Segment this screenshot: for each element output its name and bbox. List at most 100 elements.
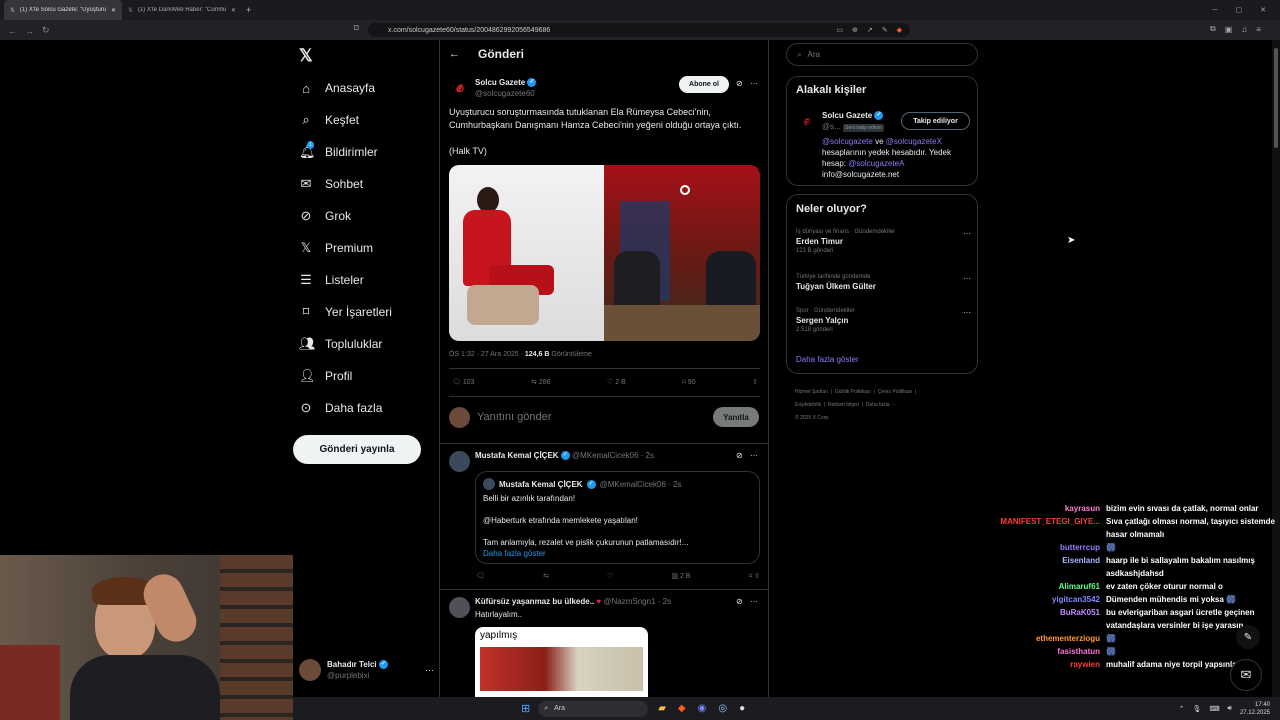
like-action[interactable]: ♡ 2 B <box>607 378 626 386</box>
close-icon[interactable]: ✕ <box>231 7 236 14</box>
reply-action[interactable]: 🗨︎ 103 <box>452 378 475 386</box>
extension-icon[interactable]: ⧉ <box>1210 24 1216 34</box>
more-icon[interactable]: ··· <box>963 308 971 317</box>
forward-icon[interactable]: → <box>25 26 34 36</box>
tray-chevron-icon[interactable]: ⌃ <box>1179 705 1185 713</box>
translate-icon[interactable]: ✎ <box>882 26 888 34</box>
compose-fab[interactable]: ✎ <box>1236 625 1260 649</box>
show-more-link[interactable]: Daha fazla göster <box>483 548 752 559</box>
author-avatar[interactable]: ✊︎ <box>449 76 471 98</box>
chat-message: yigitcan3542 Dümenden mühendis mi yoksa 🎆 <box>1051 595 1236 604</box>
following-button[interactable]: Takip ediliyor <box>901 112 970 130</box>
more-icon[interactable]: ··· <box>963 229 971 238</box>
mic-icon[interactable]: 🎙︎ <box>1193 705 1202 713</box>
new-tab-icon[interactable]: + <box>246 5 251 15</box>
quoted-post[interactable]: Mustafa Kemal ÇİÇEK ✓ @MKemalCicek06 · 2… <box>475 471 760 564</box>
media-image-right <box>604 165 760 341</box>
obs-icon[interactable]: ● <box>739 703 745 714</box>
post-button[interactable]: Gönderi yayınla <box>293 435 421 464</box>
folder-icon[interactable]: ▰ <box>658 703 666 714</box>
network-icon[interactable]: ⌨ <box>1209 705 1219 713</box>
minimize-icon[interactable]: ─ <box>1213 7 1218 14</box>
person-bio: @solcugazete ve @solcugazeteX hesapların… <box>822 137 951 179</box>
reply-avatar[interactable] <box>449 451 470 472</box>
window-close-icon[interactable]: ✕ <box>1260 6 1266 14</box>
sidebar-item-profile[interactable]: 👤︎ Profil <box>299 364 352 388</box>
back-arrow-icon[interactable]: ← <box>449 48 460 60</box>
sidebar-item-grok[interactable]: ⊘ Grok <box>299 204 351 228</box>
taskbar-search[interactable]: ⌕ Ara <box>538 700 649 717</box>
sidebar-item-bookmarks[interactable]: ⌑ Yer İşaretleri <box>299 300 392 324</box>
grok-icon[interactable]: ⊘ <box>736 451 743 460</box>
chat-message: butterrcup 🎆 <box>1060 543 1116 552</box>
browser-tab-2[interactable]: 𝕏 (1) X'te DarkWeb Haber: "Cumhurba... ✕ <box>122 0 242 20</box>
heart-icon[interactable]: ♡ <box>607 572 613 580</box>
reply-avatar[interactable] <box>449 597 470 618</box>
maximize-icon[interactable]: ▢ <box>1236 6 1243 14</box>
my-avatar <box>449 407 470 428</box>
more-icon[interactable]: ··· <box>750 79 758 88</box>
discord-icon[interactable]: ◉ <box>698 703 707 714</box>
sidebar-item-premium[interactable]: 𝕏 Premium <box>299 236 373 260</box>
notification-badge: 1 <box>307 141 314 149</box>
person-avatar[interactable]: ✊︎ <box>797 111 817 131</box>
bookmark-icon[interactable]: ⌑ <box>354 23 359 34</box>
windows-start-icon[interactable]: ⊞ <box>521 702 530 715</box>
share-icon[interactable]: ↗ <box>867 26 873 34</box>
reader-icon[interactable]: ▭ <box>836 26 843 34</box>
verified-icon: ✓ <box>560 451 570 461</box>
reply-icon[interactable]: 🗨︎ <box>476 572 485 580</box>
steam-icon[interactable]: ◎ <box>718 703 727 714</box>
account-switcher[interactable]: Bahadır Telci ✓ @purplebixi ··· <box>299 659 434 681</box>
trend-item[interactable]: Spor · Gündemdekiler Sergen Yalçın 2.518… <box>796 308 971 333</box>
more-icon[interactable]: ··· <box>963 274 971 283</box>
repost-action[interactable]: ⇆ 286 <box>531 378 551 386</box>
url-bar[interactable]: x.com/solcugazete60/status/2004862992056… <box>368 23 910 37</box>
zoom-icon[interactable]: ⊕ <box>852 26 858 34</box>
close-icon[interactable]: ✕ <box>111 7 116 14</box>
post-actions: 🗨︎ 103 ⇆ 286 ♡ 2 B ⌑ 90 ⇧ <box>452 378 758 386</box>
more-icon[interactable]: ··· <box>750 597 758 606</box>
sidebar-item-explore[interactable]: ⌕ Keşfet <box>299 108 359 132</box>
search-input[interactable]: ⌕ Ara <box>786 43 978 66</box>
divider <box>449 396 760 397</box>
bookmark-icon[interactable]: ⌑ ⇧ <box>749 572 760 580</box>
shield-icon[interactable]: ◆ <box>897 26 902 34</box>
show-more-trends[interactable]: Daha fazla göster <box>796 355 859 364</box>
chat-message: kayrasun bizim evin sıvası da çatlak, nor… <box>1064 504 1259 513</box>
sidebar-item-notifications[interactable]: 🔔︎ 1 Bildirimler <box>299 140 378 164</box>
music-icon[interactable]: ♫ <box>1241 25 1247 34</box>
reload-icon[interactable]: ↻ <box>42 25 50 36</box>
share-icon[interactable]: ⇧ <box>752 378 758 386</box>
sidebar-item-communities[interactable]: 👥︎ Topluluklar <box>299 332 382 356</box>
views-action[interactable]: ▥ 2 B <box>671 572 690 580</box>
sidebar-item-home[interactable]: ⌂ Anasayfa <box>299 76 375 100</box>
x-icon: 𝕏 <box>300 240 312 255</box>
more-icon[interactable]: ··· <box>750 451 758 460</box>
post-author[interactable]: Solcu Gazete ✓ @solcugazete60 <box>475 77 537 99</box>
subscribe-button[interactable]: Abone ol <box>679 76 729 93</box>
volume-icon[interactable]: 🔊︎ <box>1228 705 1232 713</box>
brave-icon[interactable]: ◆ <box>678 703 686 714</box>
menu-icon[interactable]: ≡ <box>1256 25 1261 34</box>
back-icon[interactable]: ← <box>8 26 17 36</box>
reply-button[interactable]: Yanıtla <box>713 407 759 427</box>
reply-image[interactable]: yapılmış <box>475 627 648 697</box>
repost-icon[interactable]: ⇆ <box>543 572 549 580</box>
post-media[interactable] <box>449 165 760 341</box>
trend-item[interactable]: Türkiye tarihinde gündemde Tuğyan Ülkem … <box>796 274 971 291</box>
x-logo-icon[interactable]: 𝕏 <box>299 46 313 66</box>
more-icon[interactable]: ··· <box>425 665 434 675</box>
reply-input[interactable]: Yanıtını gönder <box>477 411 697 423</box>
sidebar-item-chat[interactable]: ✉ Sohbet <box>299 172 364 196</box>
grok-icon[interactable]: ⊘ <box>736 597 743 606</box>
grok-icon[interactable]: ⊘ <box>736 79 743 88</box>
sidebar-item-lists[interactable]: ☰ Listeler <box>299 268 364 292</box>
sidebar-item-more[interactable]: ⊙ Daha fazla <box>299 396 383 420</box>
trend-item[interactable]: İş dünyası ve finans · Gündemdekiler Erd… <box>796 229 971 254</box>
bookmark-action[interactable]: ⌑ 90 <box>682 378 695 386</box>
clock[interactable]: 17:40 27.12.2025 <box>1240 701 1270 717</box>
browser-tab-1[interactable]: 𝕏 (1) X'te Solcu Gazete: "Uyuşturu... ✕ <box>4 0 122 20</box>
messages-fab[interactable]: ✉ <box>1230 659 1262 691</box>
wallet-icon[interactable]: ▣ <box>1225 25 1233 34</box>
